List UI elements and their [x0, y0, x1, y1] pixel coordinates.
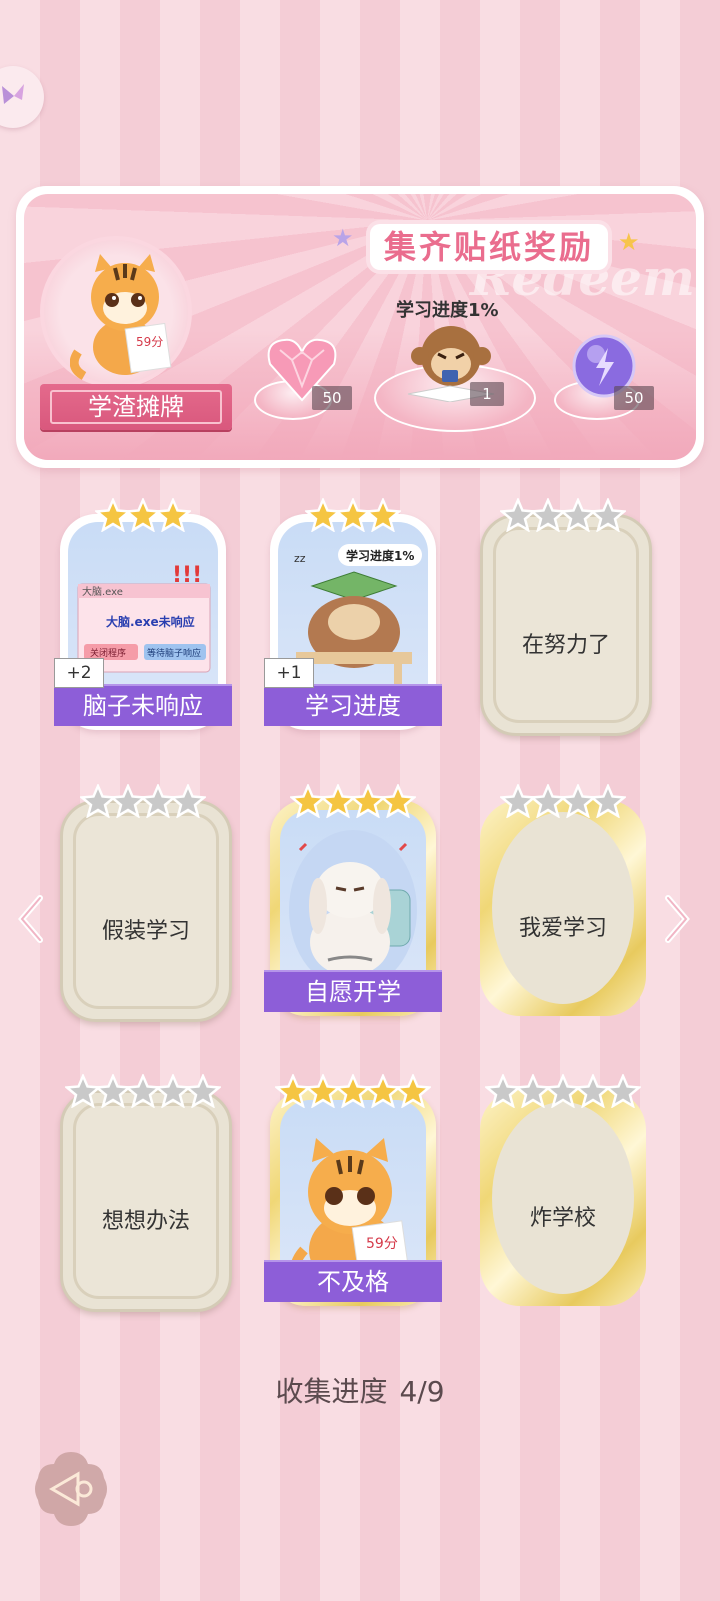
- wait-btn: 等待脑子响应: [147, 647, 201, 659]
- reward-count: 50: [312, 386, 352, 410]
- tiger-paper-text: 59分: [136, 335, 163, 349]
- sticker-card[interactable]: 59分 不及格: [264, 1072, 442, 1306]
- menu-fan-button[interactable]: [0, 66, 44, 128]
- fail-paper-text: 59分: [366, 1236, 398, 1252]
- next-page-arrow-icon[interactable]: [664, 894, 692, 944]
- sticker-card[interactable]: 学习进度1% zz +1 学习进度: [264, 496, 442, 730]
- card-name: 假装学习: [101, 919, 190, 944]
- collection-label: 收集进度: [275, 1375, 388, 1408]
- star-filled-icon: [153, 496, 193, 533]
- card-name: 学习进度: [264, 684, 442, 726]
- reward-count: 1: [470, 382, 504, 406]
- sticker-card[interactable]: 想想办法: [60, 1072, 232, 1312]
- star-rating: [270, 496, 436, 534]
- window-title: 大脑.exe: [82, 585, 123, 598]
- sticker-card[interactable]: 炸学校: [480, 1072, 646, 1306]
- fan-icon: [2, 84, 24, 104]
- sticker-card[interactable]: 在努力了: [480, 496, 652, 736]
- star-rating: [270, 1072, 436, 1110]
- star-rating: [60, 496, 226, 534]
- star-rating: [480, 1072, 646, 1110]
- collection-progress: 收集进度 4/9: [0, 1370, 720, 1410]
- star-empty-icon: [183, 1072, 223, 1109]
- star-empty-icon: [603, 1072, 643, 1109]
- zz-text: zz: [294, 552, 306, 565]
- card-name: 脑子未响应: [54, 684, 232, 726]
- sticker-card[interactable]: 假装学习: [60, 782, 232, 1022]
- duplicate-count-badge: +2: [54, 658, 104, 688]
- star-filled-icon: [378, 782, 418, 819]
- star-decoration-icon: ★: [332, 224, 354, 252]
- sticker-card[interactable]: 自愿开学: [264, 782, 442, 1016]
- card-name: 在努力了: [521, 633, 610, 658]
- reward-count: 50: [614, 386, 654, 410]
- star-filled-icon: [363, 496, 403, 533]
- star-empty-icon: [588, 782, 628, 819]
- sticker-card[interactable]: !!! 大脑.exe 大脑.exe未响应 关闭程序 等待脑子响应 +2 脑子未响…: [54, 496, 232, 730]
- star-rating: [270, 782, 436, 820]
- sticker-card[interactable]: 我爱学习: [480, 782, 646, 1016]
- star-rating: [480, 782, 646, 820]
- card-name: 炸学校: [529, 1206, 596, 1231]
- star-rating: [60, 1072, 226, 1110]
- tiger-character-icon: 59分: [70, 254, 172, 380]
- star-filled-icon: [393, 1072, 433, 1109]
- card-name: 自愿开学: [264, 970, 442, 1012]
- back-button[interactable]: [32, 1450, 110, 1528]
- star-empty-icon: [588, 496, 628, 533]
- monkey-caption: 学习进度1%: [396, 300, 499, 321]
- character-title: 学渣摊牌: [50, 390, 222, 424]
- character-title-ribbon: 学渣摊牌: [40, 384, 232, 430]
- star-rating: [480, 496, 646, 534]
- card-name: 我爱学习: [518, 916, 607, 941]
- banner-title: 集齐贴纸奖励: [370, 224, 609, 270]
- card-name: 想想办法: [101, 1209, 190, 1234]
- star-rating: [60, 782, 226, 820]
- bubble-text: 学习进度1%: [346, 548, 414, 563]
- star-decoration-icon: ★: [618, 228, 640, 256]
- star-empty-icon: [168, 782, 208, 819]
- duplicate-count-badge: +1: [264, 658, 314, 688]
- window-message: 大脑.exe未响应: [106, 614, 195, 629]
- collection-value: 4/9: [399, 1375, 445, 1408]
- prev-page-arrow-icon[interactable]: [16, 894, 44, 944]
- card-name: 不及格: [264, 1260, 442, 1302]
